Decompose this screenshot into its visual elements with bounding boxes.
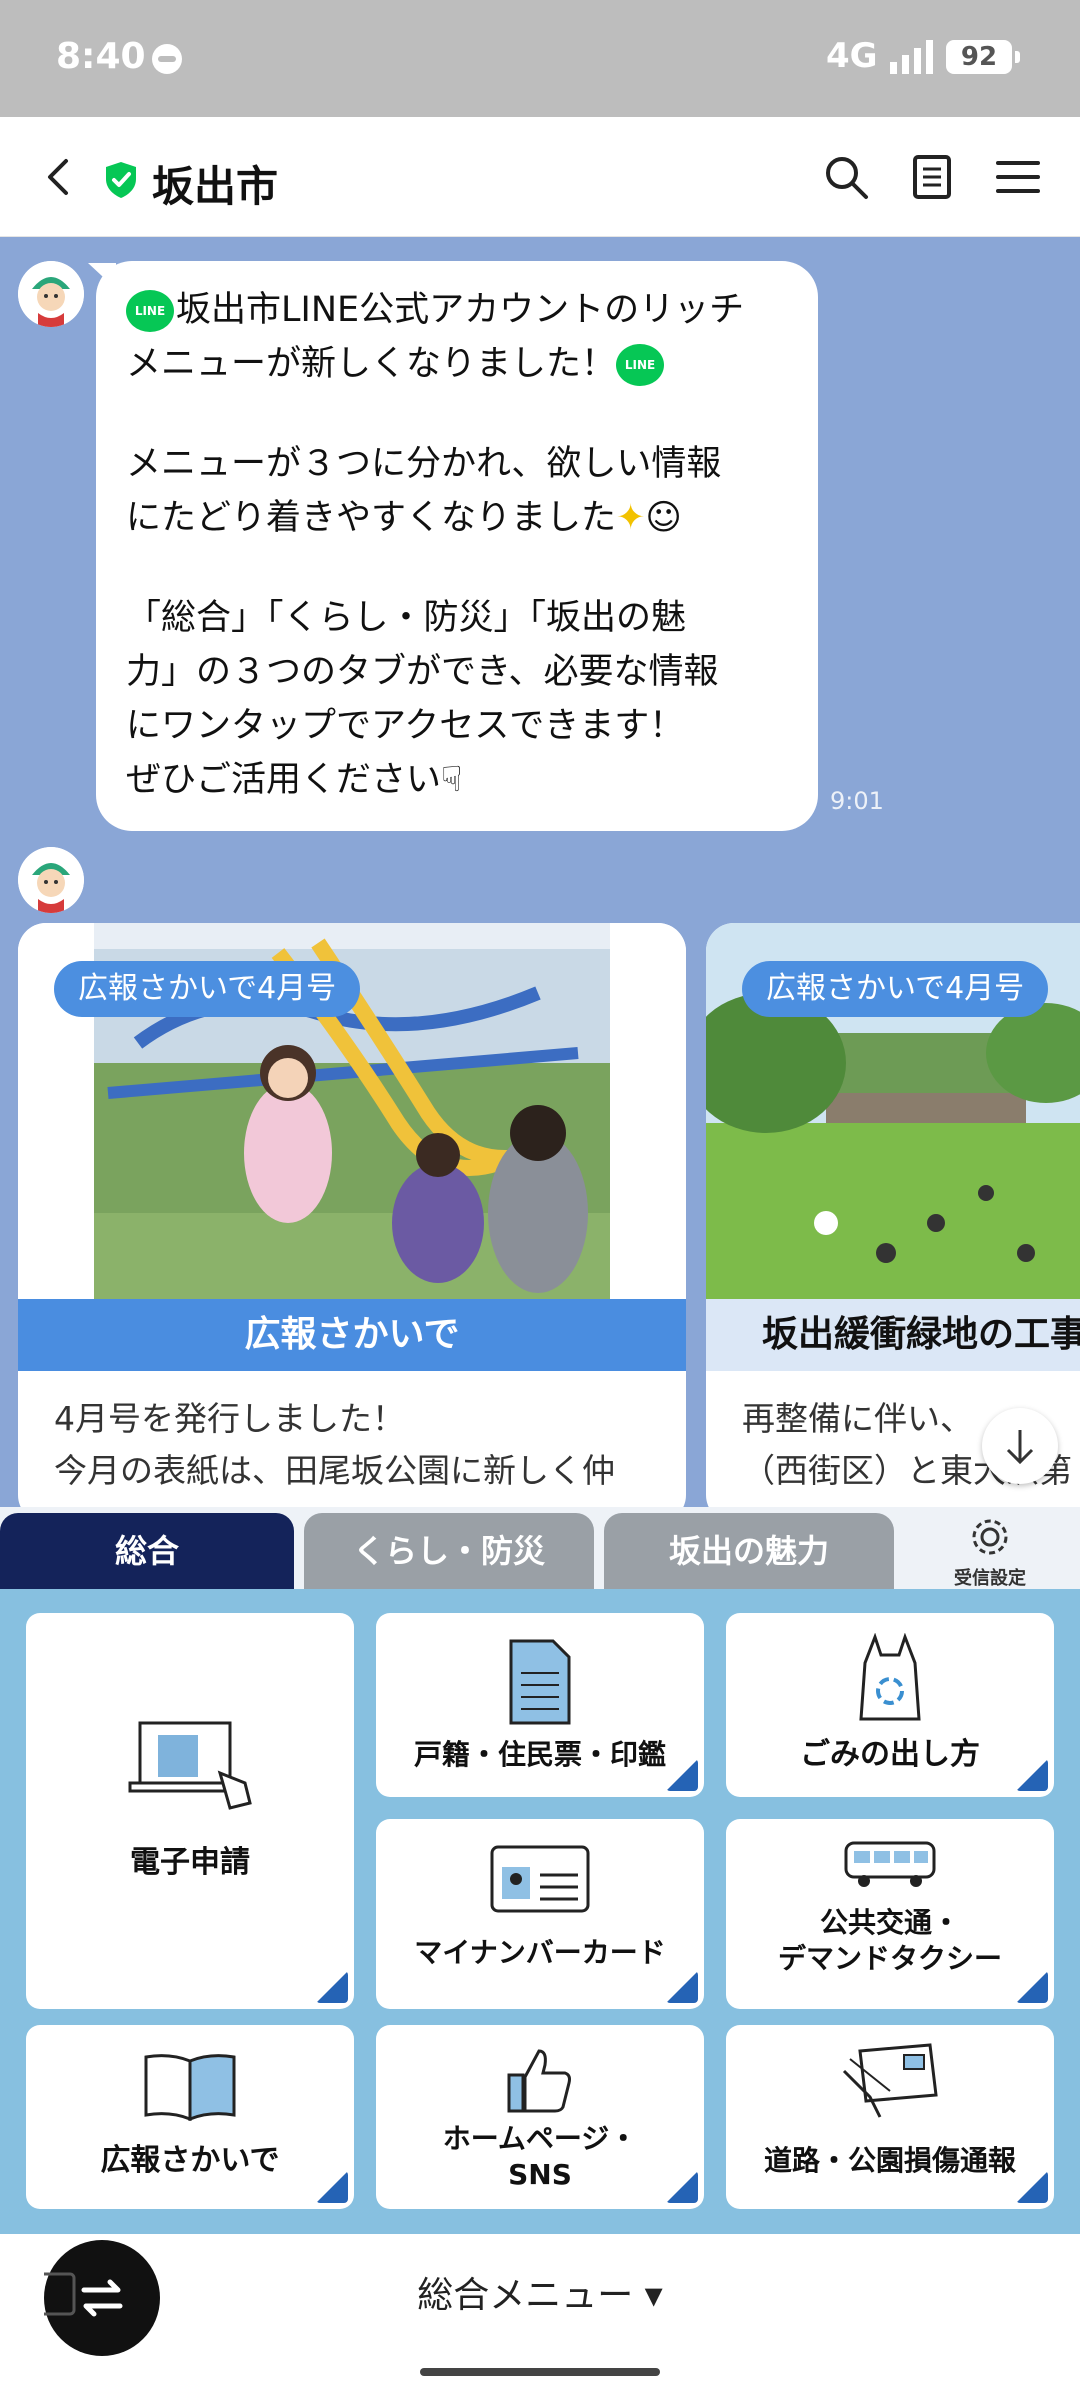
- mascot-avatar[interactable]: [18, 847, 84, 913]
- tile-label: 道路・公園損傷通報: [763, 2144, 1016, 2177]
- card-tag: 広報さかいで4月号: [742, 961, 1049, 1017]
- status-time: 8:40: [56, 36, 146, 77]
- tab-general[interactable]: 総合: [0, 1513, 294, 1589]
- message-line: 力」の３つのタブができ、必要な情報: [126, 652, 719, 692]
- road-park-damage-report-button[interactable]: 道路・公園損傷通報: [726, 2025, 1054, 2209]
- card-body: 4月号を発行しました！ 今月の表紙は、田尾坂公園に新しく仲: [54, 1393, 666, 1497]
- koho-sakaide-button[interactable]: 広報さかいで: [26, 2025, 354, 2209]
- notes-icon[interactable]: [906, 151, 958, 203]
- back-arrow-icon[interactable]: [36, 153, 84, 201]
- tile-label: デマンドタクシー: [777, 1942, 1002, 1975]
- card-body-line: 今月の表紙は、田尾坂公園に新しく仲: [54, 1451, 615, 1490]
- garbage-bag-icon: [859, 1633, 921, 1721]
- tile-label: 広報さかいで: [100, 2143, 280, 2178]
- line-logo-icon: LINE: [126, 290, 174, 332]
- card-tag: 広報さかいで4月号: [54, 961, 361, 1017]
- message-line: メニューが新しくなりました！: [126, 344, 617, 384]
- search-icon[interactable]: [820, 151, 872, 203]
- koseki-button[interactable]: 戸籍・住民票・印鑑: [376, 1613, 704, 1797]
- card-title: 坂出緩衝緑地の工事: [706, 1299, 1080, 1371]
- message-line: 「総合」「くらし・防災」「坂出の魅: [126, 598, 687, 638]
- scroll-to-bottom-button[interactable]: [982, 1408, 1058, 1484]
- tile-label: 公共交通・: [819, 1906, 960, 1939]
- message-line: にたどり着きやすくなりました: [126, 498, 617, 538]
- message-line: 坂出市LINE公式アカウントのリッチ: [176, 290, 745, 330]
- document-icon: [509, 1639, 571, 1725]
- tile-label: ごみの出し方: [800, 1737, 980, 1772]
- sparkle-emoji-icon: ✦: [616, 498, 646, 538]
- battery-indicator: 92: [946, 40, 1020, 74]
- notification-settings-button[interactable]: 受信設定: [930, 1515, 1050, 1590]
- tile-label: SNS: [508, 2158, 572, 2191]
- switch-keyboard-button[interactable]: [36, 2240, 160, 2356]
- chat-title: 坂出市: [152, 162, 279, 211]
- tile-label: 戸籍・住民票・印鑑: [413, 1738, 666, 1771]
- thumbs-up-icon: [507, 2049, 571, 2113]
- laptop-form-icon: [128, 1721, 252, 1810]
- message-line: メニューが３つに分かれ、欲しい情報: [126, 444, 722, 484]
- corner-mark: [666, 1971, 698, 2003]
- message-time: 9:01: [830, 787, 884, 815]
- network-type: 4G: [826, 36, 878, 76]
- home-indicator: [420, 2368, 660, 2376]
- carousel-card[interactable]: 広報さかいで4月号 広報さかいで 4月号を発行しました！ 今月の表紙は、田尾坂公…: [18, 923, 686, 1507]
- tab-sakaide-charm[interactable]: 坂出の魅力: [604, 1513, 894, 1589]
- bus-icon: [844, 1841, 936, 1887]
- card-image: 広報さかいで4月号: [18, 923, 686, 1299]
- settings-label: 受信設定: [954, 1568, 1026, 1589]
- card-body-line: 4月号を発行しました！: [54, 1399, 405, 1438]
- tile-label: 電子申請: [130, 1845, 250, 1880]
- id-card-icon: [490, 1845, 590, 1913]
- menu-toggle[interactable]: 総合メニュー ▾: [0, 2266, 1080, 2318]
- corner-mark: [316, 1971, 348, 2003]
- rich-menu: 総合 くらし・防災 坂出の魅力 受信設定 電子申請 戸籍・住民票・印鑑 ごみの出…: [0, 1507, 1080, 2234]
- tile-label: ホームページ・: [442, 2122, 638, 2155]
- open-book-icon: [144, 2054, 236, 2121]
- homepage-sns-button[interactable]: ホームページ・ SNS: [376, 2025, 704, 2209]
- tile-label: マイナンバーカード: [414, 1936, 666, 1969]
- mascot-avatar[interactable]: [18, 261, 84, 327]
- line-logo-icon: LINE: [616, 344, 665, 386]
- message-line: にワンタップでアクセスできます！: [126, 706, 685, 746]
- grin-emoji-icon: ☺: [645, 498, 682, 538]
- rich-menu-tabs: 総合 くらし・防災 坂出の魅力 受信設定: [0, 1507, 1080, 1589]
- switch-icon: [36, 2272, 123, 2317]
- arrow-down-icon: [1006, 1430, 1034, 1465]
- gear-icon: [972, 1519, 1008, 1555]
- gomi-button[interactable]: ごみの出し方: [726, 1613, 1054, 1797]
- transport-button[interactable]: 公共交通・ デマンドタクシー: [726, 1819, 1054, 2009]
- chat-area[interactable]: LINE 坂出市LINE公式アカウントのリッチ メニューが新しくなりました！ LIN…: [0, 237, 1080, 1507]
- pointing-down-emoji-icon: ☟: [441, 760, 463, 800]
- card-image: 広報さかいで4月号: [706, 923, 1080, 1299]
- e-application-button[interactable]: 電子申請: [26, 1613, 354, 2009]
- tab-living-disaster[interactable]: くらし・防災: [304, 1513, 594, 1589]
- status-bar: 8:40 4G 92: [0, 0, 1080, 117]
- menu-icon[interactable]: [992, 151, 1044, 203]
- dnd-icon: [152, 44, 182, 74]
- mynumber-card-button[interactable]: マイナンバーカード: [376, 1819, 704, 2009]
- signal-icon: [890, 40, 933, 74]
- card-title: 広報さかいで: [18, 1299, 686, 1371]
- chat-header: 坂出市: [0, 117, 1080, 237]
- phone-report-icon: [842, 2043, 938, 2118]
- message-bubble[interactable]: LINE 坂出市LINE公式アカウントのリッチ メニューが新しくなりました！ LIN…: [96, 261, 818, 831]
- verified-shield-icon: [106, 162, 136, 198]
- message-line: ぜひご活用ください: [126, 760, 442, 800]
